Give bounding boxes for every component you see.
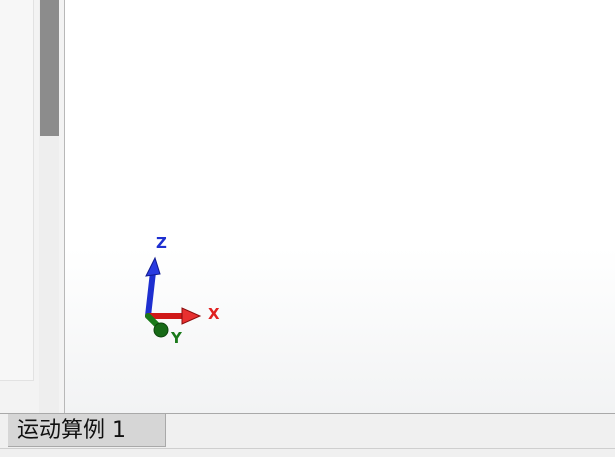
y-axis-label: Y (170, 329, 183, 347)
x-axis-label: X (208, 305, 220, 323)
graphics-viewport[interactable] (65, 0, 615, 413)
tab-bar-divider (0, 448, 615, 449)
z-axis-label: Z (156, 234, 167, 252)
scrollbar-thumb[interactable] (40, 0, 59, 136)
feature-tree-area[interactable] (0, 0, 34, 381)
z-axis-arrow (145, 256, 161, 319)
reference-triad: Z X Y (130, 230, 230, 350)
motion-study-tab-bar: 运动算例 1 (0, 413, 615, 457)
tab-motion-study-1[interactable]: 运动算例 1 (8, 414, 166, 447)
y-axis-arrow (145, 313, 169, 338)
